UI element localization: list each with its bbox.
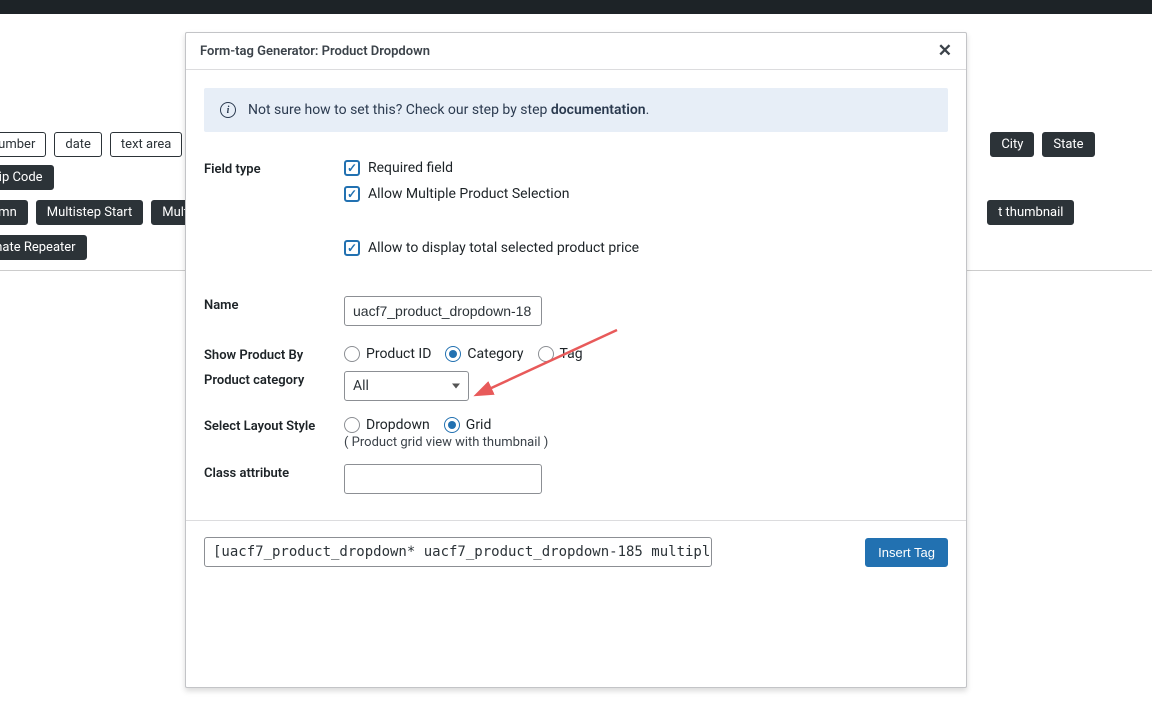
label-layout: Select Layout Style bbox=[204, 417, 344, 434]
multiple-label: Allow Multiple Product Selection bbox=[368, 186, 569, 202]
required-checkbox[interactable] bbox=[344, 160, 360, 176]
modal-footer: [uacf7_product_dropdown* uacf7_product_d… bbox=[186, 520, 966, 687]
radio-tag[interactable] bbox=[538, 346, 554, 362]
tag-output[interactable]: [uacf7_product_dropdown* uacf7_product_d… bbox=[204, 537, 712, 567]
radio-product-id-label: Product ID bbox=[366, 346, 431, 362]
total-price-label: Allow to display total selected product … bbox=[368, 240, 639, 256]
label-name: Name bbox=[204, 296, 344, 313]
modal-title: Form-tag Generator: Product Dropdown bbox=[200, 44, 430, 59]
radio-product-id[interactable] bbox=[344, 346, 360, 362]
insert-tag-button[interactable]: Insert Tag bbox=[865, 538, 948, 567]
required-label: Required field bbox=[368, 160, 453, 176]
info-text: Not sure how to set this? Check our step… bbox=[248, 102, 649, 118]
multiple-checkbox[interactable] bbox=[344, 186, 360, 202]
documentation-link[interactable]: documentation bbox=[551, 102, 646, 118]
radio-grid[interactable] bbox=[444, 417, 460, 433]
radio-category[interactable] bbox=[445, 346, 461, 362]
label-category: Product category bbox=[204, 371, 344, 388]
category-value: All bbox=[353, 378, 369, 394]
info-banner: i Not sure how to set this? Check our st… bbox=[204, 88, 948, 132]
radio-dropdown-label: Dropdown bbox=[366, 417, 430, 433]
label-show-by: Show Product By bbox=[204, 346, 344, 363]
label-class-attr: Class attribute bbox=[204, 464, 344, 481]
radio-tag-label: Tag bbox=[560, 346, 583, 362]
category-select[interactable]: All bbox=[344, 371, 469, 401]
radio-grid-label: Grid bbox=[466, 417, 492, 433]
modal-header: Form-tag Generator: Product Dropdown ✕ bbox=[186, 33, 966, 70]
form-tag-modal: Form-tag Generator: Product Dropdown ✕ i… bbox=[185, 32, 967, 688]
name-input[interactable] bbox=[344, 296, 542, 326]
total-price-checkbox[interactable] bbox=[344, 240, 360, 256]
radio-dropdown[interactable] bbox=[344, 417, 360, 433]
info-icon: i bbox=[220, 102, 236, 118]
label-field-type: Field type bbox=[204, 160, 344, 177]
close-icon[interactable]: ✕ bbox=[938, 41, 952, 61]
layout-hint: ( Product grid view with thumbnail ) bbox=[344, 435, 948, 450]
radio-category-label: Category bbox=[467, 346, 523, 362]
class-input[interactable] bbox=[344, 464, 542, 494]
modal-overlay: Form-tag Generator: Product Dropdown ✕ i… bbox=[0, 0, 1152, 715]
